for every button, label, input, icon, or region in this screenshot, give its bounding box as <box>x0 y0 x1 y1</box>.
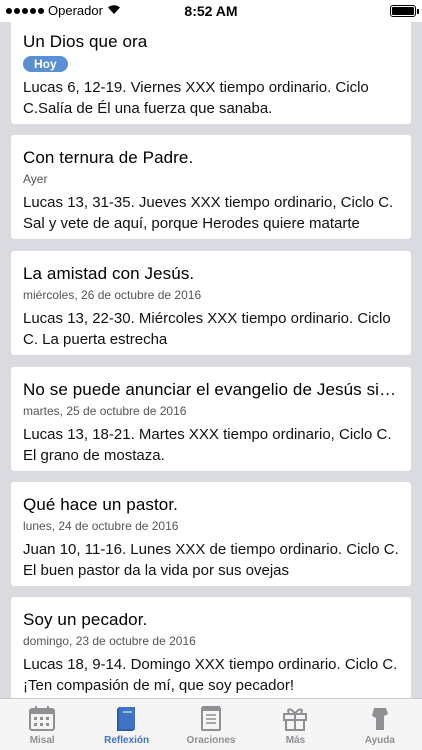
reflection-date: domingo, 23 de octubre de 2016 <box>23 634 196 648</box>
reflection-title: Qué hace un pastor. <box>23 495 179 514</box>
battery-icon <box>390 5 419 17</box>
reflection-title: Soy un pecador. <box>23 610 148 629</box>
tab-reflexion[interactable]: Reflexión <box>84 699 168 750</box>
reflection-summary: Juan 10, 11-16. Lunes XXX de tiempo ordi… <box>23 541 399 579</box>
reflection-date: lunes, 24 de octubre de 2016 <box>23 519 179 533</box>
reflection-card[interactable]: La amistad con Jesús. miércoles, 26 de o… <box>11 251 411 355</box>
tab-label: Más <box>285 735 306 746</box>
tab-oraciones[interactable]: Oraciones <box>169 699 253 750</box>
tab-misal[interactable]: Misal <box>0 699 84 750</box>
tab-ayuda[interactable]: Ayuda <box>338 699 422 750</box>
reflection-title: No se puede anunciar el evangelio de Jes… <box>23 380 399 399</box>
reflection-summary: Lucas 13, 22-30. Miércoles XXX tiempo or… <box>23 310 391 348</box>
tab-label: Ayuda <box>364 735 395 746</box>
tab-label: Misal <box>29 735 55 746</box>
reflection-card[interactable]: Soy un pecador. domingo, 23 de octubre d… <box>11 597 411 698</box>
today-badge: Hoy <box>23 56 68 72</box>
status-time: 8:52 AM <box>184 3 238 19</box>
reflection-date: Ayer <box>23 172 48 186</box>
reflection-summary: Lucas 6, 12-19. Viernes XXX tiempo ordin… <box>23 79 369 117</box>
reflection-summary: Lucas 13, 31-35. Jueves XXX tiempo ordin… <box>23 194 394 232</box>
reflection-date: martes, 25 de octubre de 2016 <box>23 404 187 418</box>
tab-label: Reflexión <box>104 735 150 746</box>
reflection-summary: Lucas 13, 18-21. Martes XXX tiempo ordin… <box>23 426 392 464</box>
calendar-icon <box>29 706 56 731</box>
reflection-summary: Lucas 18, 9-14. Domingo XXX tiempo ordin… <box>23 656 398 694</box>
reflection-title: La amistad con Jesús. <box>23 264 195 283</box>
book-icon <box>116 707 135 731</box>
reflection-title: Con ternura de Padre. <box>23 148 194 167</box>
tab-mas[interactable]: Más <box>253 699 337 750</box>
tab-label: Oraciones <box>186 735 236 746</box>
status-bar: Operador 8:52 AM <box>0 0 422 22</box>
reflection-date: miércoles, 26 de octubre de 2016 <box>23 288 202 302</box>
reflection-card[interactable]: Con ternura de Padre. Ayer Lucas 13, 31-… <box>11 135 411 239</box>
reflection-card[interactable]: Qué hace un pastor. lunes, 24 de octubre… <box>11 482 411 586</box>
tab-bar: Misal Reflexión Oraciones Más Ayuda <box>0 698 422 750</box>
gift-icon <box>283 708 308 731</box>
help-person-icon <box>371 708 388 730</box>
reflection-title: Un Dios que ora <box>23 32 148 51</box>
reflection-list[interactable]: Un Dios que ora Hoy Lucas 6, 12-19. Vier… <box>0 22 422 698</box>
reflection-card[interactable]: No se puede anunciar el evangelio de Jes… <box>11 367 411 471</box>
reflection-card[interactable]: Un Dios que ora Hoy Lucas 6, 12-19. Vier… <box>11 22 411 124</box>
notepad-icon <box>201 706 222 731</box>
